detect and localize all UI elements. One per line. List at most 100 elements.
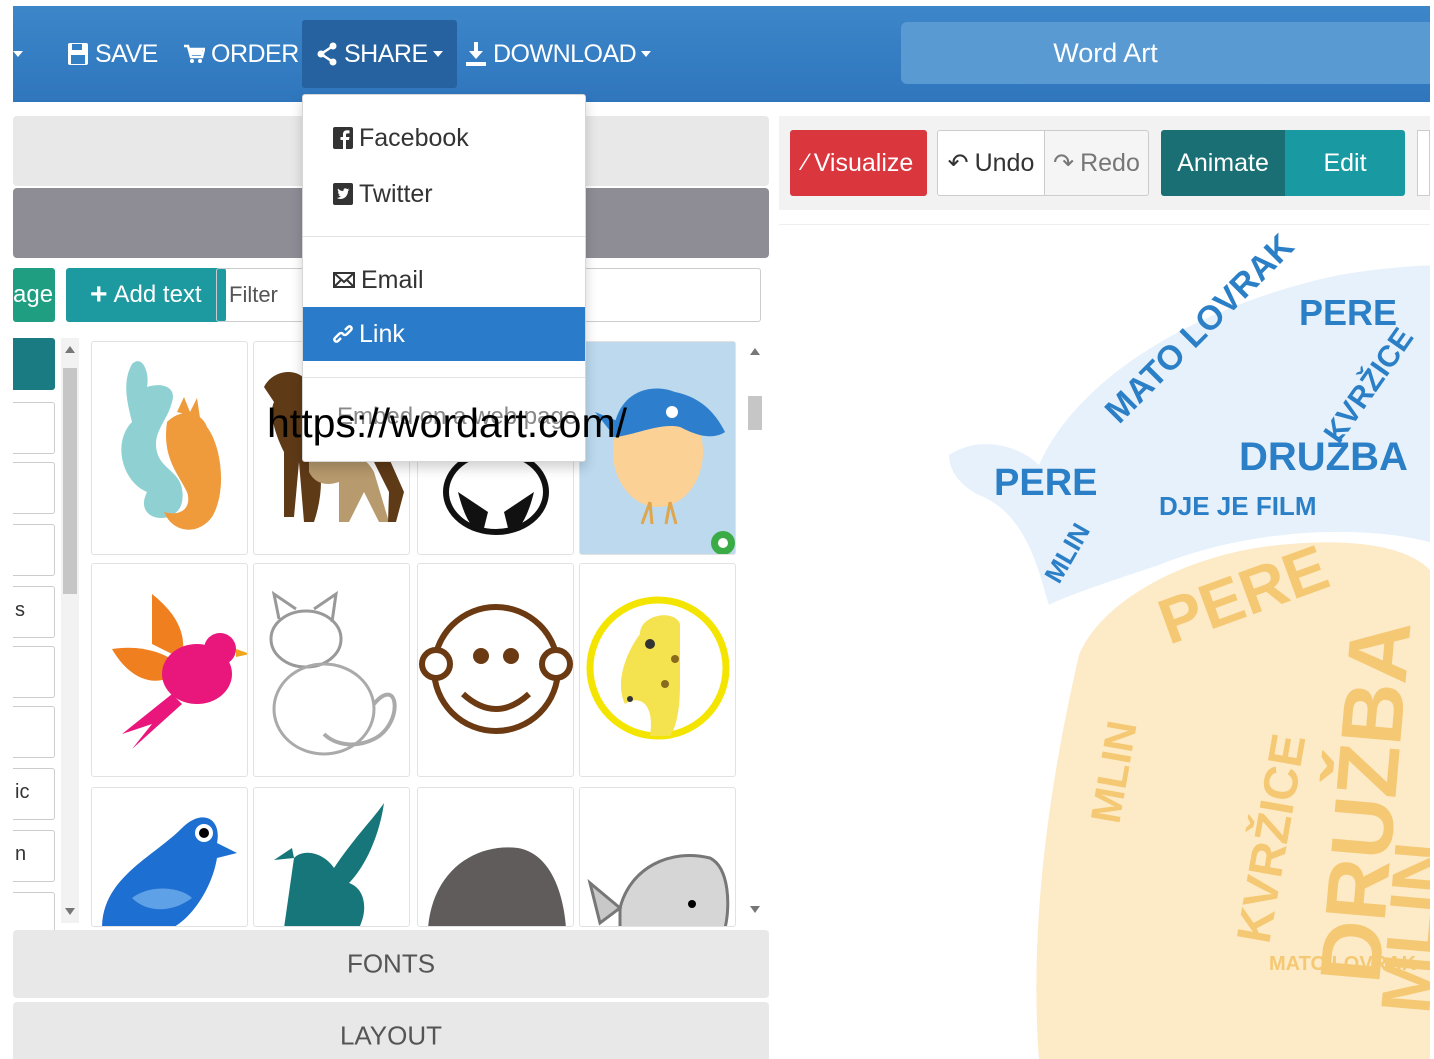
visualize-button[interactable]: ⁄ Visualize <box>790 130 927 196</box>
shape-tile-cat-outline[interactable] <box>253 563 410 777</box>
image-button-label: age <box>13 281 54 308</box>
category-scrollbar[interactable] <box>61 338 79 923</box>
scroll-up-icon[interactable] <box>65 346 75 353</box>
gear-icon[interactable] <box>708 528 736 555</box>
category-tab[interactable] <box>13 402 55 454</box>
cat-and-dog-icon <box>121 361 222 530</box>
shape-tile-cat-and-dog[interactable] <box>91 341 248 555</box>
save-button[interactable]: SAVE <box>67 20 158 88</box>
category-tab[interactable]: n <box>13 830 55 882</box>
top-navbar: SAVE ORDER SHARE DOWNLOAD Word Art <box>13 6 1430 102</box>
scroll-thumb[interactable] <box>63 368 77 594</box>
image-button[interactable]: age <box>13 268 55 322</box>
undo-icon: ↶ <box>947 149 969 177</box>
email-label: Email <box>361 265 424 294</box>
scroll-up-icon[interactable] <box>750 348 760 355</box>
shape-category-list: s ic n <box>13 338 55 944</box>
bird-blue-icon <box>595 388 725 525</box>
canvas-toolbar: ⁄ Visualize ↶ Undo ↷ Redo Animate Edit <box>779 116 1430 210</box>
edit-tab[interactable]: Edit <box>1285 130 1405 196</box>
magic-wand-icon: ⁄ <box>803 149 808 176</box>
share-label: SHARE <box>344 39 428 68</box>
wordart-canvas[interactable]: PERE DRUŽBA MATO LOVRAK DJE JE FILM KVRŽ… <box>779 224 1430 1059</box>
animate-tab[interactable]: Animate <box>1161 130 1285 196</box>
giraffe-icon <box>586 596 730 740</box>
shape-tile-dove[interactable] <box>253 787 410 927</box>
fonts-section-header[interactable]: FONTS <box>13 930 769 998</box>
shape-tile-giraffe[interactable] <box>579 563 736 777</box>
save-label: SAVE <box>95 39 158 68</box>
envelope-icon <box>333 272 355 288</box>
order-button[interactable]: ORDER <box>183 20 299 88</box>
scroll-down-icon[interactable] <box>750 906 760 913</box>
share-facebook[interactable]: Facebook <box>303 111 585 165</box>
shape-tile-bluebird[interactable] <box>91 787 248 927</box>
category-tab[interactable]: ic <box>13 768 55 820</box>
bluebird-icon <box>102 817 237 926</box>
add-text-label: Add text <box>113 281 202 308</box>
animate-label: Animate <box>1177 148 1269 177</box>
download-label: DOWNLOAD <box>493 39 637 68</box>
floppy-icon <box>68 43 88 65</box>
scroll-thumb[interactable] <box>748 396 762 430</box>
facebook-icon <box>333 127 353 149</box>
shapes-scrollbar[interactable] <box>746 338 764 923</box>
whale-icon <box>587 853 730 926</box>
monkey-icon <box>419 604 573 734</box>
scroll-down-icon[interactable] <box>65 908 75 915</box>
layout-section-label: LAYOUT <box>339 1020 443 1051</box>
twitter-label: Twitter <box>359 179 433 208</box>
edit-label: Edit <box>1323 148 1367 177</box>
visualize-label: Visualize <box>813 148 914 177</box>
facebook-label: Facebook <box>359 123 469 152</box>
shape-tile-bird-blue[interactable] <box>579 341 736 555</box>
share-email[interactable]: Email <box>303 253 585 307</box>
dove-icon <box>274 803 384 926</box>
shape-tile-hedgehog[interactable] <box>417 787 574 927</box>
layout-section-header[interactable]: LAYOUT <box>13 1002 769 1059</box>
twitter-icon <box>333 183 353 205</box>
menu-caret[interactable] <box>13 20 23 88</box>
category-tab[interactable] <box>13 338 55 390</box>
add-text-button[interactable]: + Add text <box>66 268 226 322</box>
category-tab[interactable] <box>13 646 55 698</box>
shape-tile-monkey[interactable] <box>417 563 574 777</box>
category-tab[interactable]: s <box>13 586 55 638</box>
link-icon <box>333 325 353 343</box>
more-button[interactable] <box>1417 130 1430 196</box>
word-mato-lovrak-orange: MATO LOVRAK <box>1269 953 1417 975</box>
filter-placeholder: Filter <box>229 282 278 307</box>
download-caret-icon <box>641 51 652 57</box>
hedgehog-icon <box>428 847 566 926</box>
wordart-title: Word Art <box>1053 37 1158 68</box>
share-button[interactable]: SHARE <box>302 20 457 88</box>
redo-button[interactable]: ↷ Redo <box>1045 130 1149 196</box>
word-pere-top: PERE <box>1299 292 1397 333</box>
wordart-bird-image: PERE DRUŽBA MATO LOVRAK DJE JE FILM KVRŽ… <box>949 227 1430 1059</box>
share-caret-icon <box>432 51 443 57</box>
redo-icon: ↷ <box>1053 149 1075 177</box>
download-button[interactable]: DOWNLOAD <box>465 20 652 88</box>
link-label: Link <box>359 319 405 348</box>
shape-tile-whale[interactable] <box>579 787 736 927</box>
plus-icon: + <box>90 278 108 311</box>
cart-icon <box>184 44 205 63</box>
category-tab[interactable] <box>13 706 55 758</box>
share-twitter[interactable]: Twitter <box>303 167 585 221</box>
wordart-title-input[interactable]: Word Art <box>901 22 1430 84</box>
dropdown-divider <box>303 236 585 237</box>
overlay-url-text: https://wordart.com/ <box>267 400 628 446</box>
undo-label: Undo <box>974 148 1035 177</box>
word-druzba: DRUŽBA <box>1239 433 1408 479</box>
bird-orange-icon <box>112 594 247 749</box>
undo-button[interactable]: ↶ Undo <box>937 130 1045 196</box>
download-icon <box>466 42 486 66</box>
cat-outline-icon <box>269 590 397 756</box>
word-dje-je-film: DJE JE FILM <box>1159 491 1316 521</box>
category-tab[interactable] <box>13 462 55 514</box>
shape-tile-bird-orange[interactable] <box>91 563 248 777</box>
share-icon <box>317 42 337 66</box>
word-pere: PERE <box>994 462 1097 504</box>
category-tab[interactable] <box>13 524 55 576</box>
share-link[interactable]: Link <box>303 307 585 361</box>
